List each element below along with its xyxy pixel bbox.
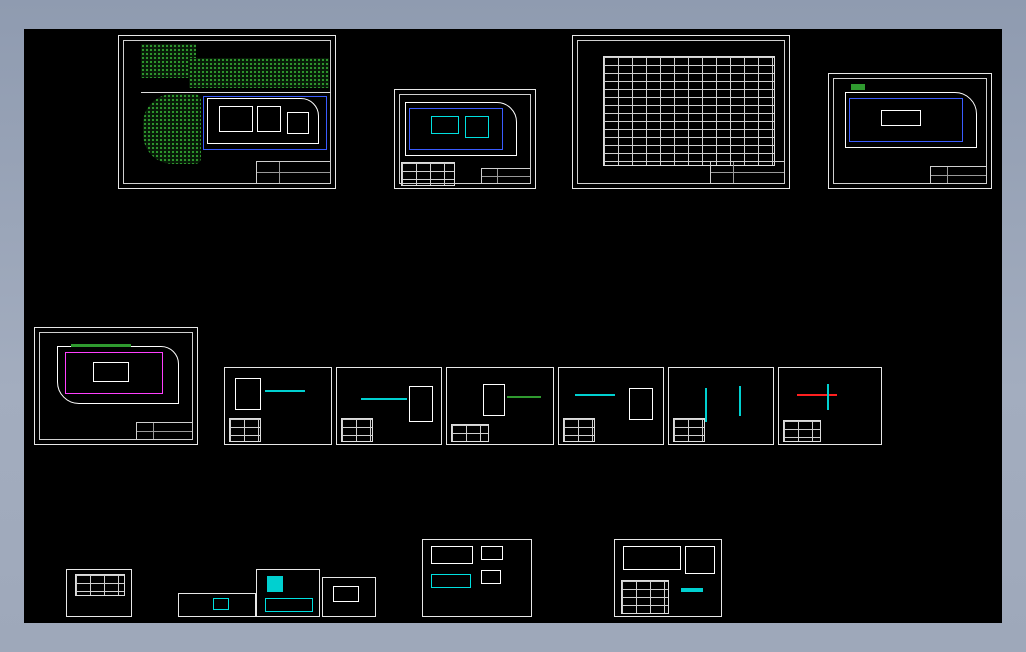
- legend-table: [673, 418, 705, 442]
- pipe-segment: [265, 390, 305, 392]
- detail-shape: [431, 546, 473, 564]
- legend-table: [563, 418, 595, 442]
- road-line: [141, 92, 331, 93]
- vegetation-area: [189, 58, 329, 88]
- iso-box: [235, 378, 261, 410]
- detail-shape: [431, 574, 471, 588]
- drawing-sheet-detail-3[interactable]: [256, 569, 320, 617]
- detail-shape: [623, 546, 681, 570]
- drawing-sheet-iso-1[interactable]: [224, 367, 332, 445]
- drawing-sheet-detail-1[interactable]: [66, 569, 132, 617]
- legend-table: [341, 418, 373, 442]
- pipe-segment: [797, 394, 837, 396]
- building-block: [881, 110, 921, 126]
- pipe-segment: [575, 394, 615, 396]
- green-pipe: [71, 344, 131, 347]
- title-block: [135, 421, 193, 440]
- detail-table: [621, 580, 669, 614]
- drawing-sheet-detail-2[interactable]: [178, 593, 256, 617]
- drawing-sheet-iso-4[interactable]: [558, 367, 664, 445]
- title-block: [709, 160, 785, 184]
- vegetation-area: [141, 44, 196, 78]
- pipe-route: [203, 96, 327, 150]
- drawing-sheet-detail-6[interactable]: [614, 539, 722, 617]
- title-block: [929, 166, 987, 184]
- drawing-sheet-iso-6[interactable]: [778, 367, 882, 445]
- legend-table: [783, 420, 821, 442]
- detail-shape: [685, 546, 715, 574]
- iso-box: [629, 388, 653, 420]
- legend-table: [229, 418, 261, 442]
- title-block: [255, 160, 331, 184]
- iso-box: [483, 384, 505, 416]
- drawing-sheet-iso-2[interactable]: [336, 367, 442, 445]
- drawing-sheet-site-plan-2[interactable]: [394, 89, 536, 189]
- detail-table: [75, 574, 125, 596]
- drawing-sheet-site-plan-1[interactable]: [118, 35, 336, 189]
- detail-shape: [481, 546, 503, 560]
- green-marker: [851, 84, 865, 90]
- detail-shape: [333, 586, 359, 602]
- equipment-block: [431, 116, 459, 134]
- building-block: [93, 362, 129, 382]
- legend-table: [451, 424, 489, 442]
- vegetation-area: [143, 94, 201, 164]
- tank-detail: [267, 576, 283, 592]
- detail-shape: [265, 598, 313, 612]
- drawing-sheet-detail-5[interactable]: [422, 539, 532, 617]
- drawing-sheet-equipment-table[interactable]: [572, 35, 790, 189]
- drawing-sheet-iso-5[interactable]: [668, 367, 774, 445]
- drawing-sheet-site-plan-4[interactable]: [34, 327, 198, 445]
- equipment-block: [465, 116, 489, 138]
- detail-shape: [481, 570, 501, 584]
- legend-table: [401, 162, 455, 186]
- iso-box: [409, 386, 433, 422]
- equipment-schedule-table: [603, 56, 775, 166]
- detail-shape: [681, 588, 703, 592]
- drawing-sheet-detail-4[interactable]: [322, 577, 376, 617]
- drawing-sheet-iso-3[interactable]: [446, 367, 554, 445]
- pipe-segment: [827, 384, 829, 410]
- pipe-segment: [361, 398, 407, 400]
- drawing-canvas[interactable]: [24, 29, 1002, 623]
- detail-shape: [213, 598, 229, 610]
- title-block: [481, 168, 531, 184]
- pipe-segment: [507, 396, 541, 398]
- pipe-segment: [739, 386, 741, 416]
- drawing-sheet-site-plan-3[interactable]: [828, 73, 992, 189]
- pipe-segment: [705, 388, 707, 422]
